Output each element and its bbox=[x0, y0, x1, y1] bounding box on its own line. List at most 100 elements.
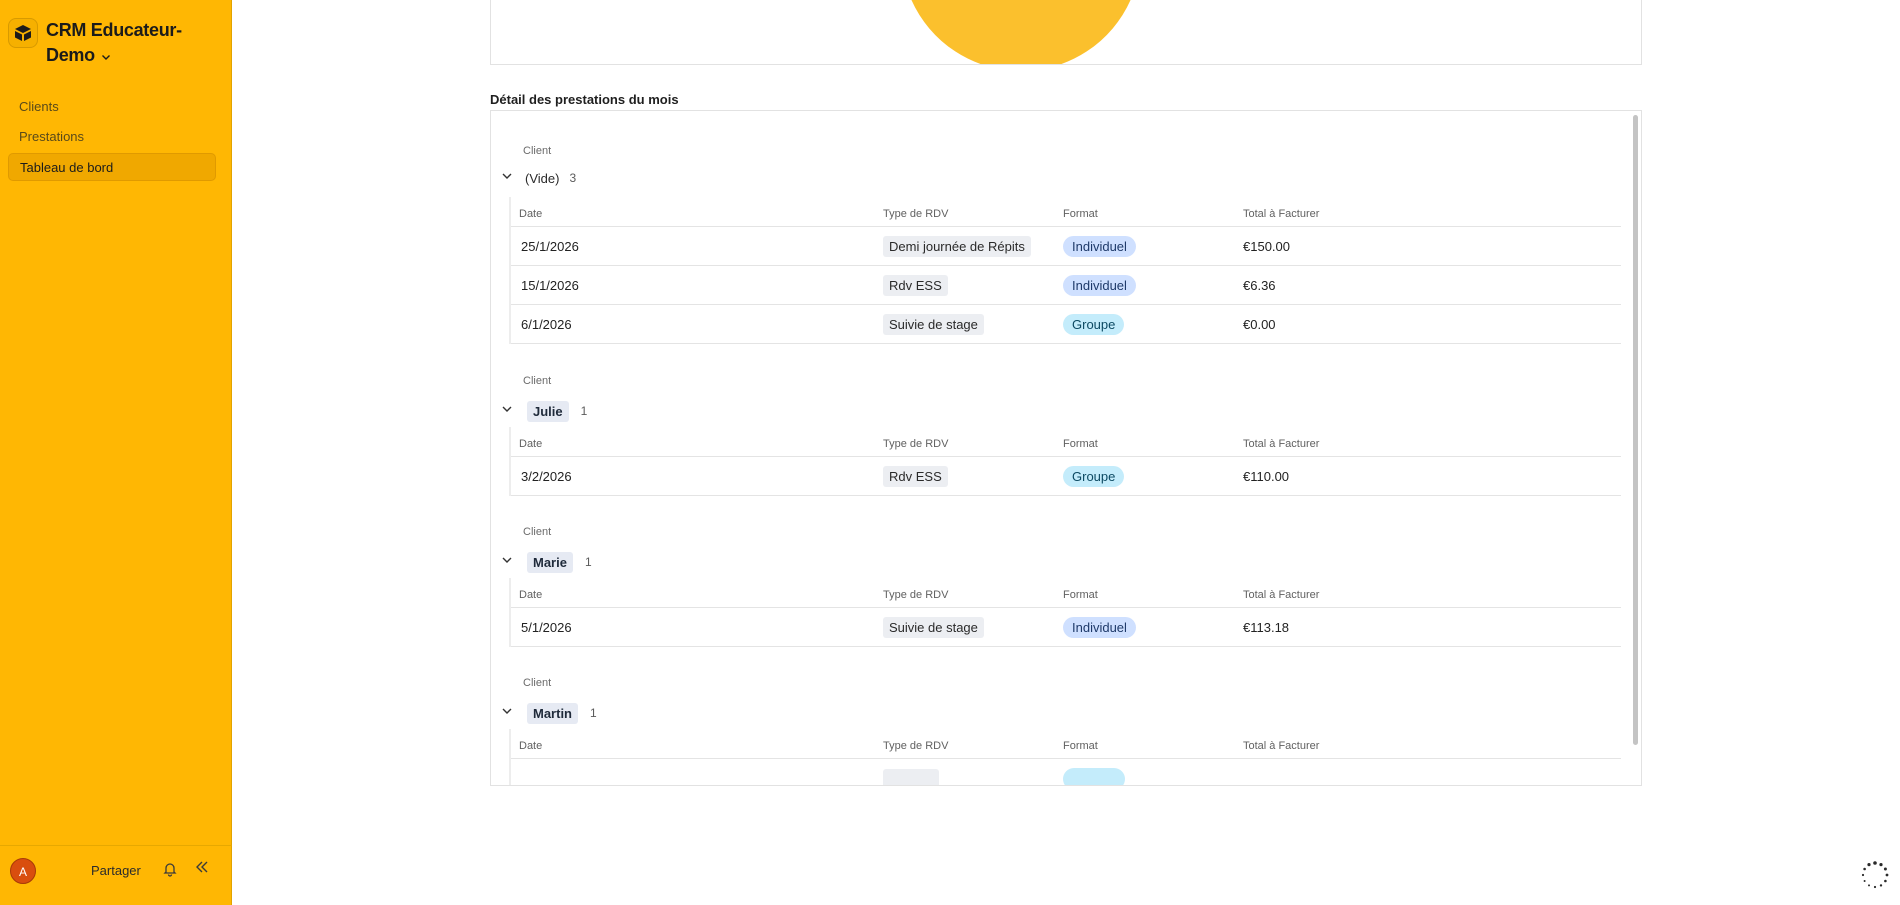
group-count: 1 bbox=[584, 555, 592, 569]
chevron-down-icon[interactable] bbox=[501, 402, 517, 420]
cell-date: 6/1/2026 bbox=[521, 317, 572, 332]
workspace-switcher[interactable]: CRM Educateur-Demo bbox=[8, 18, 196, 69]
sidebar-item-tableau-de-bord[interactable]: Tableau de bord bbox=[8, 153, 216, 181]
cell-type: Suivie de stage bbox=[883, 305, 984, 344]
column-header-date[interactable]: Date bbox=[519, 438, 542, 450]
table-header: Date Type de RDV Format Total à Facturer bbox=[511, 197, 1621, 227]
share-button[interactable]: Partager bbox=[91, 863, 141, 878]
table-header: Date Type de RDV Format Total à Facturer bbox=[511, 578, 1621, 608]
pie-slice bbox=[911, 0, 1131, 64]
avatar[interactable]: A bbox=[10, 858, 36, 884]
column-header-type[interactable]: Type de RDV bbox=[883, 208, 948, 220]
sidebar-nav: Clients Prestations Tableau de bord bbox=[8, 93, 216, 183]
group-table: Date Type de RDV Format Total à Facturer bbox=[509, 729, 1621, 785]
group-header-marie[interactable]: Marie 1 bbox=[501, 551, 592, 573]
group-field-label: Client bbox=[523, 526, 552, 538]
chart-card bbox=[490, 0, 1642, 65]
group-header-vide[interactable]: (Vide) 3 bbox=[501, 167, 576, 189]
column-header-format[interactable]: Format bbox=[1063, 740, 1098, 752]
cell-total: €110.00 bbox=[1243, 469, 1290, 484]
cell-total: €6.36 bbox=[1243, 278, 1276, 293]
sidebar-item-clients[interactable]: Clients bbox=[8, 93, 216, 121]
column-header-total[interactable]: Total à Facturer bbox=[1243, 740, 1319, 752]
column-header-format[interactable]: Format bbox=[1063, 208, 1098, 220]
column-header-type[interactable]: Type de RDV bbox=[883, 740, 948, 752]
group-header-martin[interactable]: Martin 1 bbox=[501, 702, 597, 724]
cell-format: Individuel bbox=[1063, 227, 1136, 266]
chevron-down-icon[interactable] bbox=[501, 704, 517, 722]
detail-table-card: Client (Vide) 3 Date Type de RDV Format … bbox=[490, 110, 1642, 786]
sidebar: CRM Educateur-Demo Clients Prestations T… bbox=[0, 0, 232, 905]
table-row[interactable]: 15/1/2026 Rdv ESS Individuel €6.36 bbox=[511, 266, 1621, 305]
group-field-label: Client bbox=[523, 145, 552, 157]
table-header: Date Type de RDV Format Total à Facturer bbox=[511, 729, 1621, 759]
chevron-down-icon bbox=[101, 44, 111, 69]
cell-date: 25/1/2026 bbox=[521, 239, 579, 254]
group-name: (Vide) bbox=[525, 170, 560, 186]
app-logo-icon bbox=[8, 18, 38, 48]
cell-format: Groupe bbox=[1063, 457, 1125, 496]
column-header-type[interactable]: Type de RDV bbox=[883, 438, 948, 450]
sidebar-footer: A Partager bbox=[0, 845, 232, 905]
cell-total: €113.18 bbox=[1243, 620, 1290, 635]
format-pill: Individuel bbox=[1063, 275, 1136, 296]
type-tag bbox=[883, 768, 939, 785]
column-header-type[interactable]: Type de RDV bbox=[883, 589, 948, 601]
chevron-down-icon[interactable] bbox=[501, 169, 517, 187]
workspace-title: CRM Educateur-Demo bbox=[46, 18, 196, 69]
type-tag: Rdv ESS bbox=[883, 466, 948, 487]
format-pill: Individuel bbox=[1063, 236, 1136, 257]
loading-spinner-icon bbox=[1860, 860, 1890, 895]
section-title: Détail des prestations du mois bbox=[490, 92, 679, 107]
group-field-label: Client bbox=[523, 677, 552, 689]
scrollbar[interactable] bbox=[1633, 115, 1638, 745]
group-table: Date Type de RDV Format Total à Facturer… bbox=[509, 578, 1621, 647]
format-pill: Groupe bbox=[1063, 314, 1125, 335]
group-name: Julie bbox=[527, 400, 569, 422]
cell-date: 5/1/2026 bbox=[521, 620, 572, 635]
cell-format: Individuel bbox=[1063, 608, 1136, 647]
cell-type: Rdv ESS bbox=[883, 457, 948, 496]
cell-type bbox=[883, 759, 939, 785]
group-table: Date Type de RDV Format Total à Facturer… bbox=[509, 427, 1621, 496]
cell-date: 3/2/2026 bbox=[521, 469, 572, 484]
column-header-date[interactable]: Date bbox=[519, 208, 542, 220]
cell-format bbox=[1063, 759, 1125, 785]
type-tag: Suivie de stage bbox=[883, 617, 984, 638]
column-header-total[interactable]: Total à Facturer bbox=[1243, 589, 1319, 601]
column-header-total[interactable]: Total à Facturer bbox=[1243, 438, 1319, 450]
bell-icon[interactable] bbox=[162, 861, 178, 882]
group-field-label: Client bbox=[523, 375, 552, 387]
cell-format: Groupe bbox=[1063, 305, 1125, 344]
format-pill: Groupe bbox=[1063, 466, 1125, 487]
table-row[interactable]: 25/1/2026 Demi journée de Répits Individ… bbox=[511, 227, 1621, 266]
group-count: 1 bbox=[590, 706, 597, 720]
cell-date: 15/1/2026 bbox=[521, 278, 579, 293]
sidebar-item-prestations[interactable]: Prestations bbox=[8, 123, 216, 151]
workspace-title-text: CRM Educateur-Demo bbox=[46, 20, 182, 65]
column-header-date[interactable]: Date bbox=[519, 589, 542, 601]
format-pill bbox=[1063, 767, 1125, 785]
cell-total: €150.00 bbox=[1243, 239, 1290, 254]
table-row[interactable]: 5/1/2026 Suivie de stage Individuel €113… bbox=[511, 608, 1621, 647]
group-count: 1 bbox=[580, 404, 588, 418]
type-tag: Rdv ESS bbox=[883, 275, 948, 296]
group-table: Date Type de RDV Format Total à Facturer… bbox=[509, 197, 1621, 344]
table-header: Date Type de RDV Format Total à Facturer bbox=[511, 427, 1621, 457]
collapse-sidebar-icon[interactable] bbox=[194, 859, 210, 880]
type-tag: Demi journée de Répits bbox=[883, 236, 1031, 257]
table-row[interactable]: 3/2/2026 Rdv ESS Groupe €110.00 bbox=[511, 457, 1621, 496]
group-name: Marie bbox=[527, 551, 573, 573]
column-header-format[interactable]: Format bbox=[1063, 589, 1098, 601]
group-count: 3 bbox=[569, 171, 577, 185]
format-pill: Individuel bbox=[1063, 617, 1136, 638]
column-header-format[interactable]: Format bbox=[1063, 438, 1098, 450]
table-row[interactable]: 6/1/2026 Suivie de stage Groupe €0.00 bbox=[511, 305, 1621, 344]
cell-type: Suivie de stage bbox=[883, 608, 984, 647]
chevron-down-icon[interactable] bbox=[501, 553, 517, 571]
app-root: CRM Educateur-Demo Clients Prestations T… bbox=[0, 0, 1900, 905]
column-header-date[interactable]: Date bbox=[519, 740, 542, 752]
group-header-julie[interactable]: Julie 1 bbox=[501, 400, 587, 422]
table-row-partial[interactable] bbox=[511, 759, 1621, 785]
column-header-total[interactable]: Total à Facturer bbox=[1243, 208, 1319, 220]
